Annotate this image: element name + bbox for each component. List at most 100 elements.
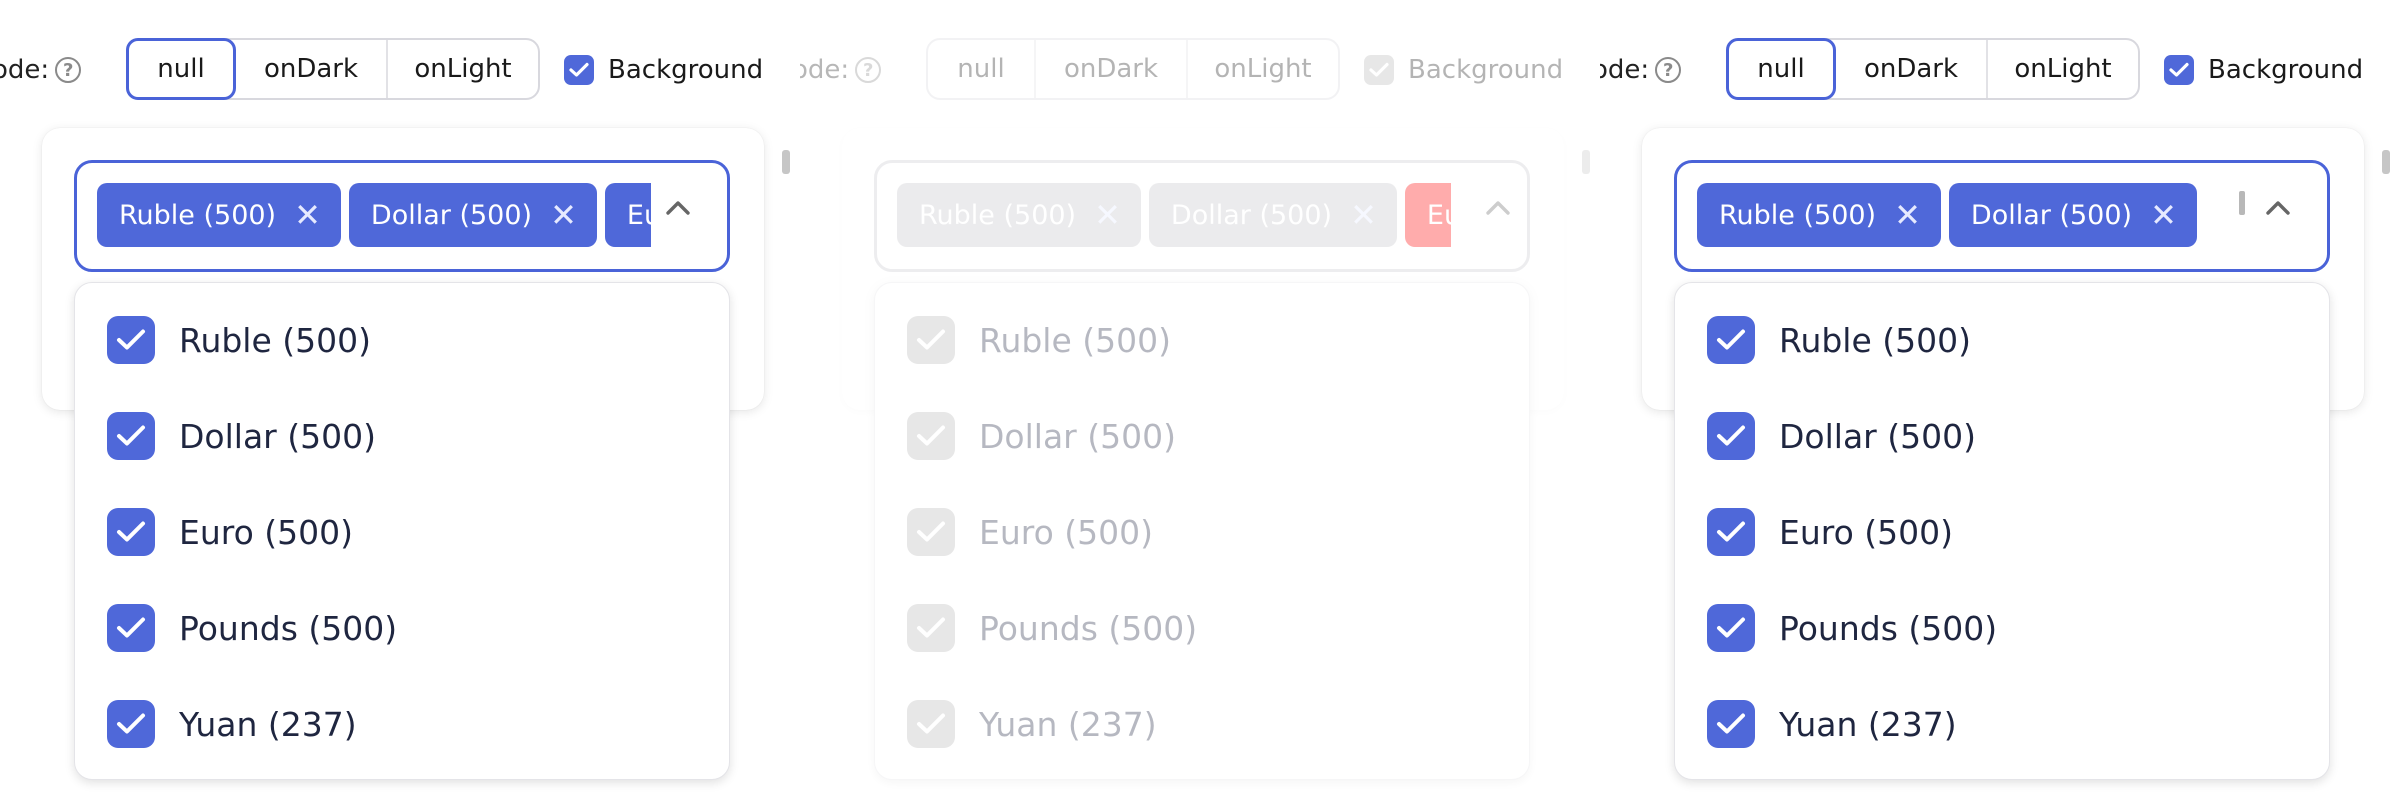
options-dropdown: Ruble (500) Dollar (500) Euro (500) Poun…	[74, 282, 730, 780]
demo-panel-1: ode: ? null onDark onLight Background Ru…	[0, 0, 800, 800]
option-yuan[interactable]: Yuan (237)	[1707, 699, 1957, 749]
background-label: Background	[2208, 55, 2364, 85]
check-icon	[917, 617, 945, 638]
tag-label: Ruble (500)	[919, 199, 1077, 231]
option-checkbox[interactable]	[1707, 604, 1755, 652]
option-checkbox[interactable]	[1707, 700, 1755, 748]
option-checkbox	[907, 700, 955, 748]
option-checkbox[interactable]	[1707, 316, 1755, 364]
check-icon	[117, 521, 145, 542]
option-label: Dollar (500)	[979, 416, 1176, 456]
option-checkbox[interactable]	[1707, 412, 1755, 460]
scrollbar-thumb[interactable]	[2382, 150, 2390, 174]
help-icon[interactable]: ?	[55, 57, 82, 83]
option-checkbox[interactable]	[1707, 508, 1755, 556]
mode-option-onlight[interactable]: onLight	[388, 40, 538, 98]
option-checkbox[interactable]	[107, 604, 155, 652]
demo-panel-2-disabled: ode: ? null onDark onLight Background Ru…	[800, 0, 1600, 800]
tag-label: Dollar (500)	[1170, 199, 1333, 231]
background-checkbox[interactable]	[564, 55, 594, 85]
background-label: Background	[1408, 55, 1564, 85]
remove-tag-icon[interactable]: ✕	[550, 199, 577, 231]
tag-label: Ruble (500)	[1719, 199, 1877, 231]
option-label: Ruble (500)	[979, 320, 1172, 360]
background-toggle[interactable]: Background	[564, 54, 763, 86]
check-icon	[1717, 521, 1745, 542]
help-icon: ?	[855, 57, 882, 83]
remove-tag-icon[interactable]: ✕	[294, 199, 321, 231]
background-checkbox	[1364, 55, 1394, 85]
options-dropdown: Ruble (500) Dollar (500) Euro (500) Poun…	[1674, 282, 2330, 780]
background-toggle: Background	[1364, 54, 1563, 86]
mode-option-ondark[interactable]: onDark	[236, 40, 388, 98]
check-icon	[1369, 62, 1389, 77]
option-label: Euro (500)	[179, 512, 354, 552]
tag-label: Euro	[626, 199, 651, 231]
check-icon	[1717, 713, 1745, 734]
toolbar: ode: ? null onDark onLight Background	[0, 38, 800, 102]
selected-tags: Ruble (500) ✕ Dollar (500) ✕ Euro	[97, 183, 651, 247]
option-checkbox[interactable]	[107, 316, 155, 364]
option-ruble[interactable]: Ruble (500)	[107, 315, 371, 365]
selected-tags: Ruble (500) ✕ Dollar (500) ✕ Euro	[897, 183, 1451, 247]
option-label: Yuan (237)	[979, 704, 1157, 744]
mode-label-text: ode:	[800, 55, 850, 85]
option-yuan: Yuan (237)	[907, 699, 1157, 749]
mode-segmented-control: null onDark onLight	[1726, 38, 2140, 100]
background-toggle[interactable]: Background	[2164, 54, 2363, 86]
option-label: Ruble (500)	[179, 320, 372, 360]
tag-dollar: Dollar (500) ✕	[1948, 183, 2197, 247]
option-yuan[interactable]: Yuan (237)	[107, 699, 357, 749]
tag-label: Dollar (500)	[1970, 199, 2133, 231]
toolbar: ode: ? null onDark onLight Background	[800, 38, 1600, 102]
option-checkbox	[907, 316, 955, 364]
multiselect-field[interactable]: Ruble (500) ✕ Dollar (500) ✕ Euro	[74, 160, 730, 272]
remove-tag-icon[interactable]: ✕	[1894, 199, 1921, 231]
option-dollar[interactable]: Dollar (500)	[107, 411, 376, 461]
tag-euro-highlighted: Euro	[1404, 183, 1451, 247]
mode-option-null[interactable]: null	[126, 38, 236, 100]
demo-panel-3: ode: ? null onDark onLight Background Ru…	[1600, 0, 2400, 800]
option-pounds[interactable]: Pounds (500)	[1707, 603, 1997, 653]
check-icon	[917, 425, 945, 446]
option-label: Pounds (500)	[1779, 608, 1998, 648]
mode-label: ode: ?	[1600, 54, 1682, 86]
background-checkbox[interactable]	[2164, 55, 2194, 85]
mode-label-text: ode:	[0, 55, 50, 85]
mode-option-onlight[interactable]: onLight	[1988, 40, 2138, 98]
option-euro[interactable]: Euro (500)	[1707, 507, 1953, 557]
option-ruble[interactable]: Ruble (500)	[1707, 315, 1971, 365]
option-label: Dollar (500)	[1779, 416, 1976, 456]
option-pounds[interactable]: Pounds (500)	[107, 603, 397, 653]
mode-option-ondark[interactable]: onDark	[1836, 40, 1988, 98]
remove-tag-icon[interactable]: ✕	[2150, 199, 2177, 231]
tag-dollar: Dollar (500) ✕	[1148, 183, 1397, 247]
option-label: Yuan (237)	[179, 704, 357, 744]
check-icon	[917, 521, 945, 542]
option-label: Dollar (500)	[179, 416, 376, 456]
multiselect-field[interactable]: Ruble (500) ✕ Dollar (500) ✕	[1674, 160, 2330, 272]
option-checkbox	[907, 604, 955, 652]
mode-option-null[interactable]: null	[1726, 38, 1836, 100]
chevron-up-icon[interactable]	[2265, 195, 2291, 221]
remove-tag-icon: ✕	[1094, 196, 1121, 234]
option-dollar[interactable]: Dollar (500)	[1707, 411, 1976, 461]
option-euro[interactable]: Euro (500)	[107, 507, 353, 557]
check-icon	[1717, 617, 1745, 638]
toolbar: ode: ? null onDark onLight Background	[1600, 38, 2400, 102]
scrollbar-thumb	[1582, 150, 1590, 174]
check-icon	[117, 713, 145, 734]
option-checkbox[interactable]	[107, 508, 155, 556]
chevron-up-icon[interactable]	[665, 195, 691, 221]
scrollbar-thumb[interactable]	[782, 150, 790, 174]
check-icon	[1717, 329, 1745, 350]
option-checkbox[interactable]	[107, 412, 155, 460]
mode-option-ondark: onDark	[1036, 40, 1188, 98]
option-label: Ruble (500)	[1779, 320, 1972, 360]
check-icon	[117, 329, 145, 350]
help-icon[interactable]: ?	[1655, 57, 1682, 83]
option-label: Pounds (500)	[179, 608, 398, 648]
option-checkbox	[907, 412, 955, 460]
option-label: Euro (500)	[1779, 512, 1954, 552]
option-checkbox[interactable]	[107, 700, 155, 748]
